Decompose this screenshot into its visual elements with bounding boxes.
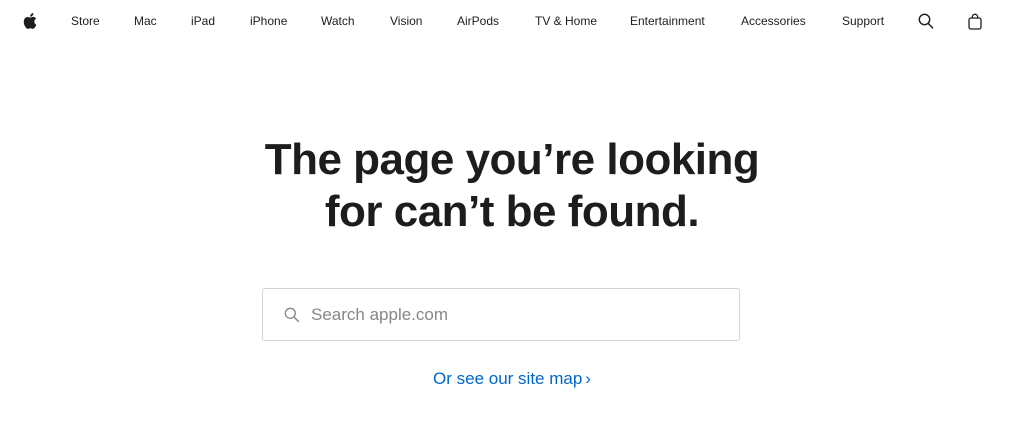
sitemap-link[interactable]: Or see our site map ›: [433, 369, 591, 388]
nav-item-entertainment[interactable]: Entertainment: [630, 14, 705, 29]
nav-item-support[interactable]: Support: [842, 14, 884, 29]
global-nav: Store Mac iPad iPhone Watch Vision AirPo…: [0, 0, 1024, 43]
nav-item-watch[interactable]: Watch: [321, 14, 355, 29]
page-title-line-2: for can’t be found.: [324, 187, 700, 236]
chevron-right-icon: ›: [585, 369, 591, 388]
nav-item-iphone[interactable]: iPhone: [250, 14, 287, 29]
nav-item-vision[interactable]: Vision: [390, 14, 422, 29]
sitemap-link-label: Or see our site map: [433, 369, 583, 388]
nav-item-tv-home[interactable]: TV & Home: [535, 14, 597, 29]
nav-item-ipad[interactable]: iPad: [191, 14, 215, 29]
sitemap-link-container: Or see our site map ›: [0, 368, 1024, 389]
search-icon: [284, 307, 300, 323]
nav-item-mac[interactable]: Mac: [134, 14, 157, 29]
search-input[interactable]: [311, 289, 726, 340]
page-title-line-1: The page you’re looking: [264, 135, 760, 184]
search-box[interactable]: [262, 288, 740, 341]
nav-item-accessories[interactable]: Accessories: [741, 14, 806, 29]
page-title: The page you’re looking for can’t be fou…: [0, 134, 1024, 238]
shopping-bag-icon[interactable]: [967, 13, 983, 30]
search-icon[interactable]: [918, 13, 934, 30]
apple-logo-icon[interactable]: [22, 12, 37, 30]
nav-item-store[interactable]: Store: [71, 14, 100, 29]
nav-item-airpods[interactable]: AirPods: [457, 14, 499, 29]
